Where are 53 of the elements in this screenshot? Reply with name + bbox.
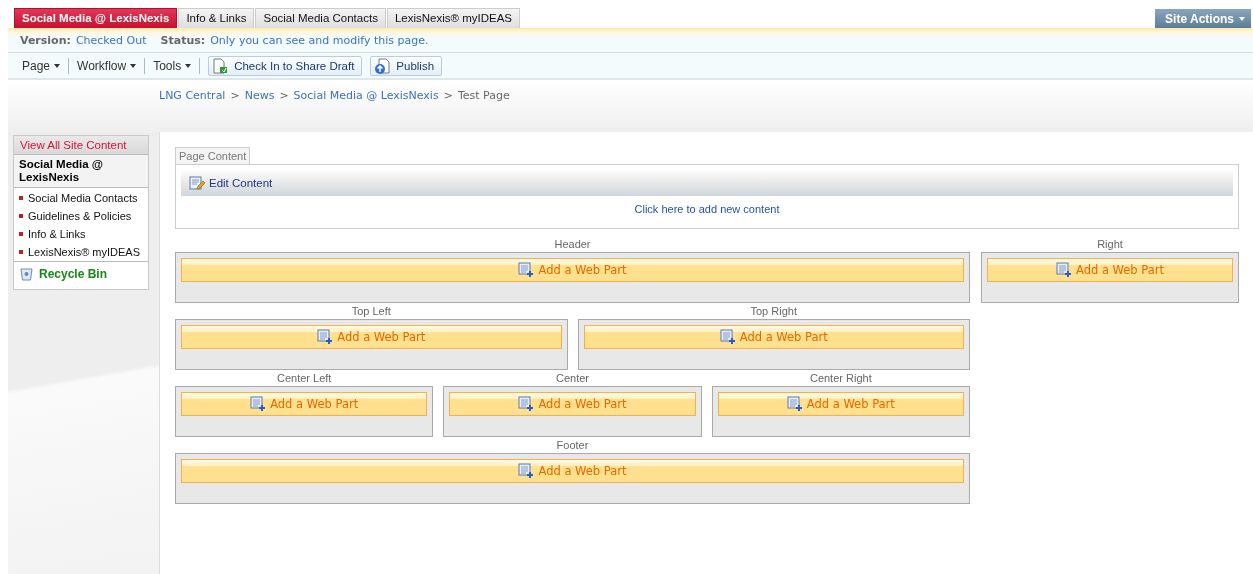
breadcrumb-link[interactable]: Social Media @ LexisNexis <box>293 89 439 132</box>
nav-tab[interactable]: Social Media @ LexisNexis <box>14 8 178 28</box>
sidebar-item[interactable]: Guidelines & Policies <box>19 210 148 222</box>
add-content-link[interactable]: Click here to add new content <box>634 203 780 215</box>
sidebar-heading[interactable]: Social Media @ LexisNexis <box>14 154 148 188</box>
view-all-site-content-link[interactable]: View All Site Content <box>14 136 148 154</box>
caret-icon <box>185 63 192 68</box>
nav-tab[interactable]: LexisNexis® myIDEAS <box>386 8 520 28</box>
sidebar-item[interactable]: LexisNexis® myIDEAS <box>19 246 148 258</box>
toolbar-menu[interactable]: Workflow <box>69 57 146 74</box>
caret-icon <box>130 63 137 68</box>
add-web-part-icon <box>1055 262 1072 278</box>
sidebar-item[interactable]: Social Media Contacts <box>19 192 148 204</box>
zone-title: Center Right <box>808 371 873 386</box>
breadcrumb-link[interactable]: News <box>244 89 275 132</box>
sidebar-item[interactable]: Info & Links <box>19 228 148 240</box>
publish-icon <box>374 57 391 74</box>
add-web-part-icon <box>518 262 535 278</box>
breadcrumb-separator: > <box>279 89 289 104</box>
version-value: Checked Out <box>75 33 147 47</box>
breadcrumb-link[interactable]: LNG Central <box>159 89 226 132</box>
add-web-part-icon <box>786 396 803 412</box>
toolbar-menu[interactable]: Tools <box>145 57 201 74</box>
zone-title: Right <box>1096 237 1124 252</box>
zone-title: Center <box>554 371 590 386</box>
zone-title: Top Left <box>350 304 392 319</box>
add-web-part-icon <box>250 396 267 412</box>
breadcrumb-separator: > <box>230 89 240 104</box>
toolbar-button[interactable]: Publish <box>370 55 443 76</box>
document-check-icon <box>212 57 229 74</box>
status-value: Only you can see and modify this page. <box>210 33 429 47</box>
add-web-part-icon <box>518 463 535 479</box>
add-web-part-icon <box>317 329 334 345</box>
add-web-part-icon <box>518 396 535 412</box>
zone-title: Center Left <box>275 371 333 386</box>
breadcrumb-current: Test Page <box>457 89 510 104</box>
recycle-bin-link[interactable]: Recycle Bin <box>14 262 148 289</box>
trash-can-icon <box>20 267 33 281</box>
zone-title: Footer <box>555 438 590 453</box>
status-label: Status: <box>160 33 206 47</box>
nav-tab[interactable]: Social Media Contacts <box>255 8 386 28</box>
zone-title: Top Right <box>749 304 798 319</box>
add-web-part-icon <box>719 329 736 345</box>
caret-icon <box>1239 16 1245 21</box>
zone-title: Header <box>553 237 592 252</box>
nav-tab[interactable]: Info & Links <box>178 8 255 28</box>
edit-content-bar[interactable]: Edit Content <box>181 170 1233 196</box>
version-label: Version: <box>20 33 71 47</box>
caret-icon <box>54 63 61 68</box>
edit-document-icon <box>189 175 205 191</box>
toolbar-button[interactable]: Check In to Share Draft <box>208 55 363 76</box>
breadcrumb-separator: > <box>443 89 453 104</box>
toolbar-menu[interactable]: Page <box>14 57 70 74</box>
